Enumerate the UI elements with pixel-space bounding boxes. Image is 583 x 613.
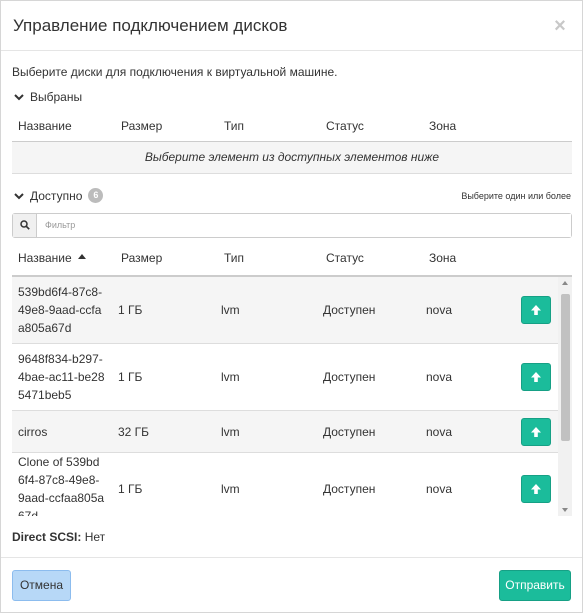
direct-scsi-info: Direct SCSI: Нет xyxy=(12,530,571,544)
available-col-size[interactable]: Размер xyxy=(115,240,218,277)
volume-status: Доступен xyxy=(317,410,420,453)
available-list-scroll: 539bd6f4-87c8-49e8-9aad-ccfaa805a67d 1 Г… xyxy=(12,276,572,516)
selected-section-toggle[interactable]: Выбраны xyxy=(12,89,571,105)
scrollbar-thumb[interactable] xyxy=(561,293,570,441)
allocate-button[interactable] xyxy=(521,417,551,446)
volume-name: 9648f834-b297-4bae-ac11-be285471beb5 xyxy=(12,343,112,411)
volume-zone: nova xyxy=(420,343,515,411)
volume-type: lvm xyxy=(215,276,317,344)
scroll-down-icon[interactable] xyxy=(562,507,568,512)
submit-button[interactable]: Отправить xyxy=(499,569,571,601)
allocate-button[interactable] xyxy=(521,475,551,503)
table-row: 539bd6f4-87c8-49e8-9aad-ccfaa805a67d 1 Г… xyxy=(12,276,572,344)
arrow-up-icon xyxy=(531,304,541,315)
cancel-button[interactable]: Отмена xyxy=(12,569,71,601)
volume-zone: nova xyxy=(420,452,515,516)
table-row: cirros 32 ГБ lvm Доступен nova xyxy=(12,410,572,453)
volume-size: 1 ГБ xyxy=(112,343,215,411)
selection-hint: Выберите один или более xyxy=(461,190,571,201)
dialog-footer: Отмена Отправить xyxy=(1,557,582,612)
sort-ascending-icon xyxy=(77,253,86,259)
volume-name: Clone of 539bd6f4-87c8-49e8-9aad-ccfaa80… xyxy=(12,452,112,516)
arrow-up-icon xyxy=(531,484,541,494)
allocate-button[interactable] xyxy=(521,295,551,324)
dialog-description: Выберите диски для подключения к виртуал… xyxy=(12,65,338,79)
filter-input[interactable] xyxy=(37,213,571,237)
dialog-title: Управление подключением дисков xyxy=(13,15,288,35)
available-header: Доступно 6 Выберите один или более xyxy=(12,188,571,204)
available-col-zone[interactable]: Зона xyxy=(423,240,572,277)
available-count-badge: 6 xyxy=(88,188,104,203)
available-table-header: Название Размер Тип Статус Зона xyxy=(12,240,572,277)
selected-col-name: Название xyxy=(12,111,115,142)
available-section-label: Доступно xyxy=(30,188,83,203)
volume-type: lvm xyxy=(215,452,317,516)
volume-size: 1 ГБ xyxy=(112,452,215,516)
available-col-status[interactable]: Статус xyxy=(320,240,423,277)
dialog-body: Выберите диски для подключения к виртуал… xyxy=(1,51,582,544)
filter-box xyxy=(12,212,572,238)
dialog-header: Управление подключением дисков × xyxy=(1,1,582,51)
arrow-up-icon xyxy=(531,426,541,437)
available-col-name-label: Название xyxy=(18,250,72,265)
chevron-down-icon xyxy=(14,192,24,199)
volume-type: lvm xyxy=(215,410,317,453)
selected-col-type: Тип xyxy=(218,111,320,142)
volume-name: 539bd6f4-87c8-49e8-9aad-ccfaa805a67d xyxy=(12,276,112,344)
available-section-toggle[interactable]: Доступно 6 xyxy=(12,188,104,204)
selected-col-size: Размер xyxy=(115,111,218,142)
scrollbar[interactable] xyxy=(558,276,572,516)
direct-scsi-label: Direct SCSI: xyxy=(12,529,82,544)
attach-volumes-dialog: Управление подключением дисков × Выберит… xyxy=(0,0,583,613)
arrow-up-icon xyxy=(531,372,541,382)
table-row: Clone of 539bd6f4-87c8-49e8-9aad-ccfaa80… xyxy=(12,452,572,516)
volume-zone: nova xyxy=(420,410,515,453)
selected-empty-message: Выберите элемент из доступных элементов … xyxy=(12,141,572,174)
available-col-name[interactable]: Название xyxy=(12,240,115,277)
selected-section-label: Выбраны xyxy=(30,90,83,104)
close-icon[interactable]: × xyxy=(550,16,570,36)
selected-col-status: Статус xyxy=(320,111,423,142)
volume-type: lvm xyxy=(215,343,317,411)
allocate-button[interactable] xyxy=(521,363,551,391)
chevron-down-icon xyxy=(14,94,24,101)
volume-size: 32 ГБ xyxy=(112,410,215,453)
available-col-type[interactable]: Тип xyxy=(218,240,320,277)
volume-status: Доступен xyxy=(317,343,420,411)
scroll-up-icon[interactable] xyxy=(562,280,568,285)
volume-zone: nova xyxy=(420,276,515,344)
table-row: 9648f834-b297-4bae-ac11-be285471beb5 1 Г… xyxy=(12,343,572,411)
volume-status: Доступен xyxy=(317,452,420,516)
selected-table: Название Размер Тип Статус Зона Выберите… xyxy=(12,111,572,174)
available-table: 539bd6f4-87c8-49e8-9aad-ccfaa805a67d 1 Г… xyxy=(12,276,572,516)
volume-name: cirros xyxy=(12,410,112,453)
volume-size: 1 ГБ xyxy=(112,276,215,344)
selected-col-zone: Зона xyxy=(423,111,572,142)
volume-status: Доступен xyxy=(317,276,420,344)
search-icon xyxy=(13,213,37,237)
direct-scsi-value: Нет xyxy=(84,529,106,544)
